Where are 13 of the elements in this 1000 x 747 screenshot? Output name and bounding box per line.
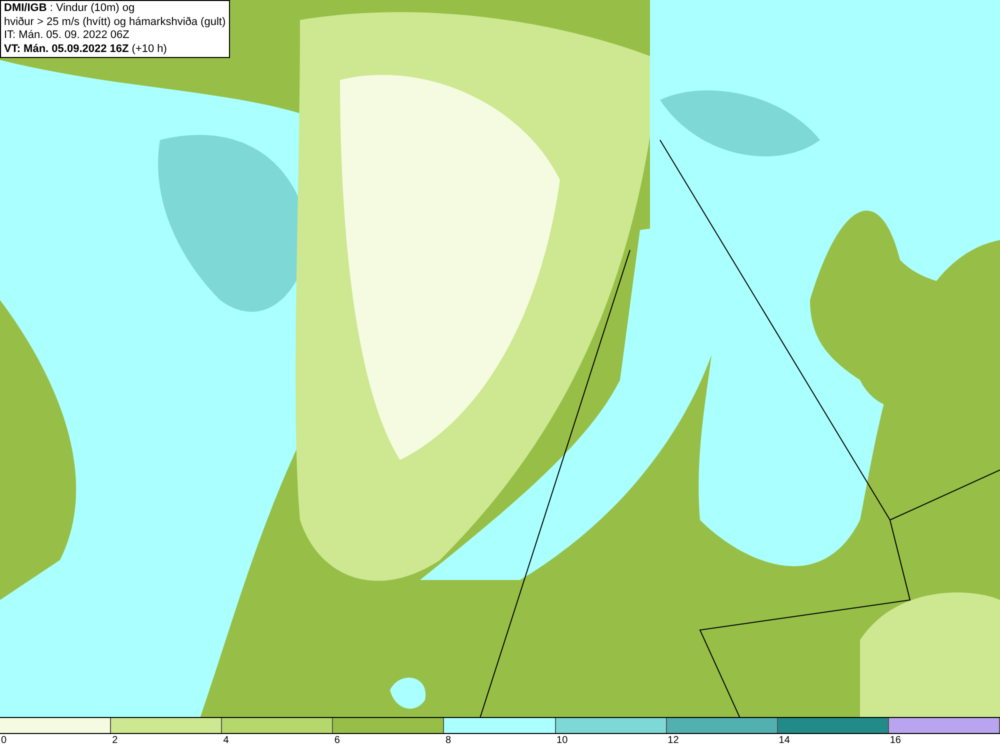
title-line: VT: Mán. 05.09.2022 16Z (+10 h) bbox=[4, 42, 168, 56]
legend-tick-label: 10 bbox=[556, 734, 568, 747]
title-line: DMI/IGB : Vindur (10m) og bbox=[4, 2, 136, 16]
legend-tick-label: 14 bbox=[778, 734, 790, 747]
legend-tick-label: 4 bbox=[222, 734, 229, 747]
title-line: IT: Mán. 05. 09. 2022 06Z bbox=[4, 29, 130, 42]
legend-tick-label: 6 bbox=[333, 734, 340, 747]
legend-tick-label: 8 bbox=[444, 734, 451, 747]
legend-tick-label: 2 bbox=[111, 734, 118, 747]
legend-tick-label: 12 bbox=[666, 734, 679, 747]
legend-tick-label: 0 bbox=[0, 734, 7, 747]
legend-tick-label: 16 bbox=[888, 734, 901, 747]
title-line: hviður > 25 m/s (hvítt) og hámarkshviða (gult) bbox=[4, 16, 226, 29]
